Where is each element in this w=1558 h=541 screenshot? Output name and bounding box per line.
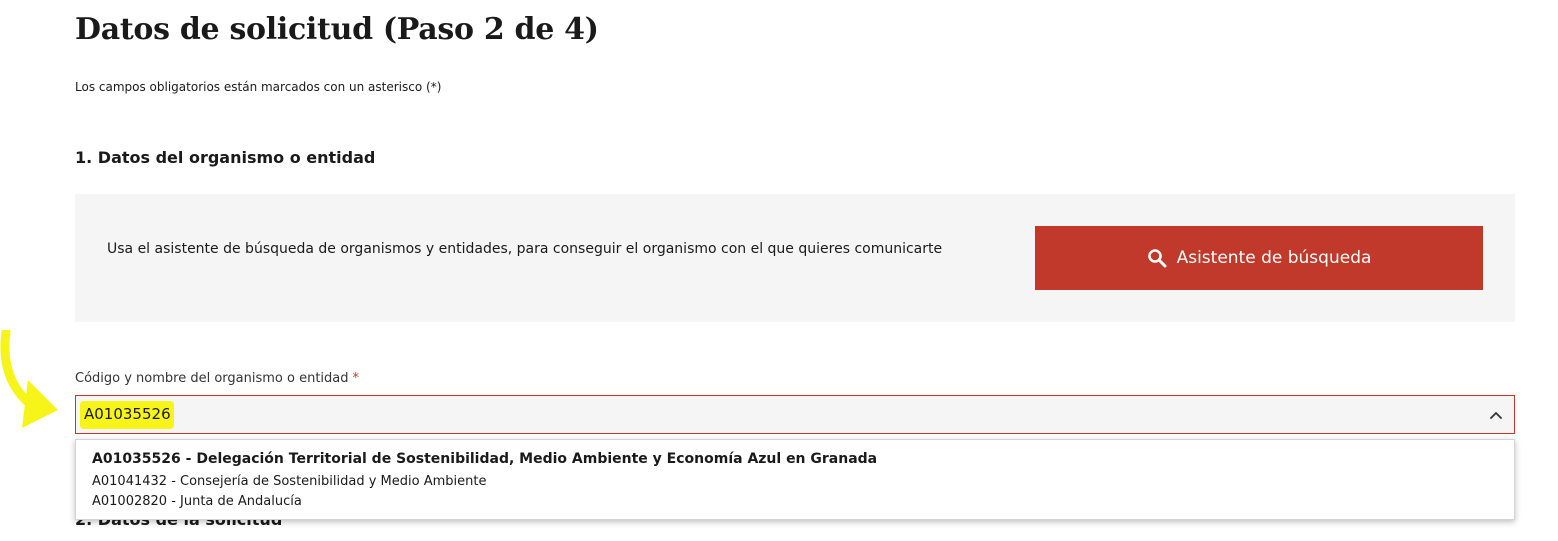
dropdown-option-2[interactable]: A01041432 - Consejería de Sostenibilidad… (92, 474, 486, 489)
page-title: Datos de solicitud (Paso 2 de 4) (75, 12, 599, 47)
section-title-organismo: 1. Datos del organismo o entidad (75, 148, 376, 167)
dropdown-option-3[interactable]: A01002820 - Junta de Andalucía (92, 494, 302, 509)
search-assistant-description: Usa el asistente de búsqueda de organism… (107, 241, 943, 257)
organismo-input[interactable]: A01035526 (84, 405, 171, 423)
organismo-dropdown-list: A01035526 - Delegación Territorial de So… (75, 439, 1515, 520)
search-icon (1147, 248, 1167, 268)
organismo-combobox[interactable]: A01035526 (75, 395, 1515, 434)
dropdown-option-1[interactable]: A01035526 - Delegación Territorial de So… (92, 451, 877, 467)
search-assistant-panel: Usa el asistente de búsqueda de organism… (75, 194, 1515, 322)
required-asterisk: * (352, 371, 360, 386)
page: Datos de solicitud (Paso 2 de 4) Los cam… (0, 0, 1558, 541)
organismo-field-label: Código y nombre del organismo o entidad * (75, 371, 359, 386)
required-fields-note: Los campos obligatorios están marcados c… (75, 80, 442, 94)
search-assistant-button-label: Asistente de búsqueda (1176, 248, 1372, 268)
yellow-arrow-icon (0, 327, 70, 430)
chevron-up-icon[interactable] (1488, 407, 1504, 423)
organismo-field-label-text: Código y nombre del organismo o entidad (75, 371, 349, 386)
search-assistant-button[interactable]: Asistente de búsqueda (1035, 226, 1483, 290)
